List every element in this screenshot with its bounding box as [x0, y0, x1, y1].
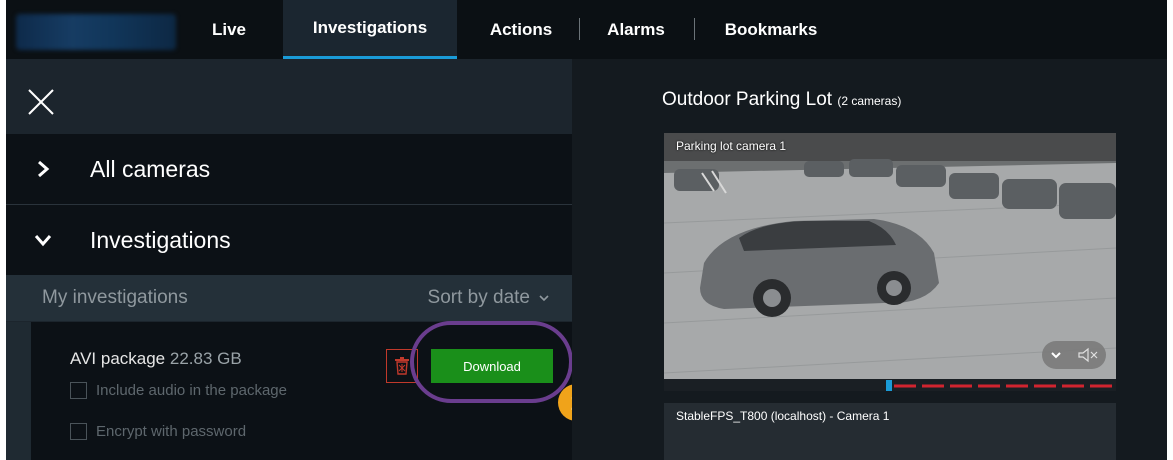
- nav-tab-alarms[interactable]: Alarms: [591, 0, 681, 59]
- item-accent-bar: [6, 322, 31, 460]
- chevron-down-icon: [34, 235, 52, 247]
- nav-separator: [694, 18, 695, 40]
- section-label: Investigations: [90, 226, 231, 253]
- chevron-down-icon[interactable]: [1049, 348, 1063, 362]
- sort-dropdown[interactable]: Sort by date: [428, 287, 550, 309]
- investigation-item: AVI package 22.83 GB Include audio in th…: [6, 322, 572, 460]
- camera-tile[interactable]: Parking lot camera 1: [664, 133, 1116, 391]
- download-button[interactable]: Download: [431, 349, 553, 383]
- nav-separator: [579, 18, 580, 40]
- include-audio-checkbox[interactable]: [70, 382, 87, 399]
- playback-timeline[interactable]: [664, 379, 1116, 391]
- camera-view-panel: Outdoor Parking Lot (2 cameras) Parking …: [572, 59, 1167, 460]
- nav-tab-actions[interactable]: Actions: [471, 0, 571, 59]
- delete-button[interactable]: [386, 349, 418, 383]
- top-navigation: Live Investigations Actions Alarms Bookm…: [6, 0, 1167, 59]
- section-investigations[interactable]: Investigations: [6, 205, 572, 275]
- package-size: 22.83 GB: [169, 349, 242, 368]
- trash-icon: [395, 357, 409, 375]
- my-investigations-header: My investigations Sort by date: [6, 275, 572, 321]
- encrypt-password-option[interactable]: Encrypt with password: [70, 423, 246, 440]
- timeline-track: [886, 380, 1116, 391]
- encrypt-password-label: Encrypt with password: [96, 423, 247, 440]
- speaker-muted-icon[interactable]: [1077, 347, 1099, 363]
- include-audio-option[interactable]: Include audio in the package: [70, 382, 287, 399]
- investigations-panel: All cameras Investigations My investigat…: [6, 59, 595, 460]
- camera-label: StableFPS_T800 (localhost) - Camera 1: [676, 409, 890, 423]
- package-title: AVI package 22.83 GB: [70, 349, 242, 369]
- chevron-right-icon: [38, 160, 50, 178]
- nav-tab-investigations[interactable]: Investigations: [283, 0, 457, 59]
- app-window: Live Investigations Actions Alarms Bookm…: [6, 0, 1167, 460]
- chevron-down-icon: [539, 295, 549, 302]
- nav-tab-bookmarks[interactable]: Bookmarks: [709, 0, 833, 59]
- nav-tab-live[interactable]: Live: [194, 0, 264, 59]
- camera-controls: [1042, 341, 1106, 369]
- camera-label: Parking lot camera 1: [676, 139, 787, 153]
- camera-count: (2 cameras): [837, 94, 902, 108]
- package-name: AVI package: [70, 349, 166, 368]
- brand-logo-blurred: [16, 14, 176, 50]
- section-all-cameras[interactable]: All cameras: [6, 134, 572, 204]
- camera-tile[interactable]: StableFPS_T800 (localhost) - Camera 1: [664, 403, 1116, 460]
- encrypt-password-checkbox[interactable]: [70, 423, 87, 440]
- close-icon[interactable]: [24, 85, 58, 119]
- subheader-title: My investigations: [42, 287, 188, 308]
- sort-label: Sort by date: [427, 287, 530, 308]
- section-label: All cameras: [90, 155, 211, 182]
- include-audio-label: Include audio in the package: [96, 382, 287, 399]
- view-group-title: Outdoor Parking Lot (2 cameras): [662, 89, 901, 111]
- group-name: Outdoor Parking Lot: [662, 89, 833, 110]
